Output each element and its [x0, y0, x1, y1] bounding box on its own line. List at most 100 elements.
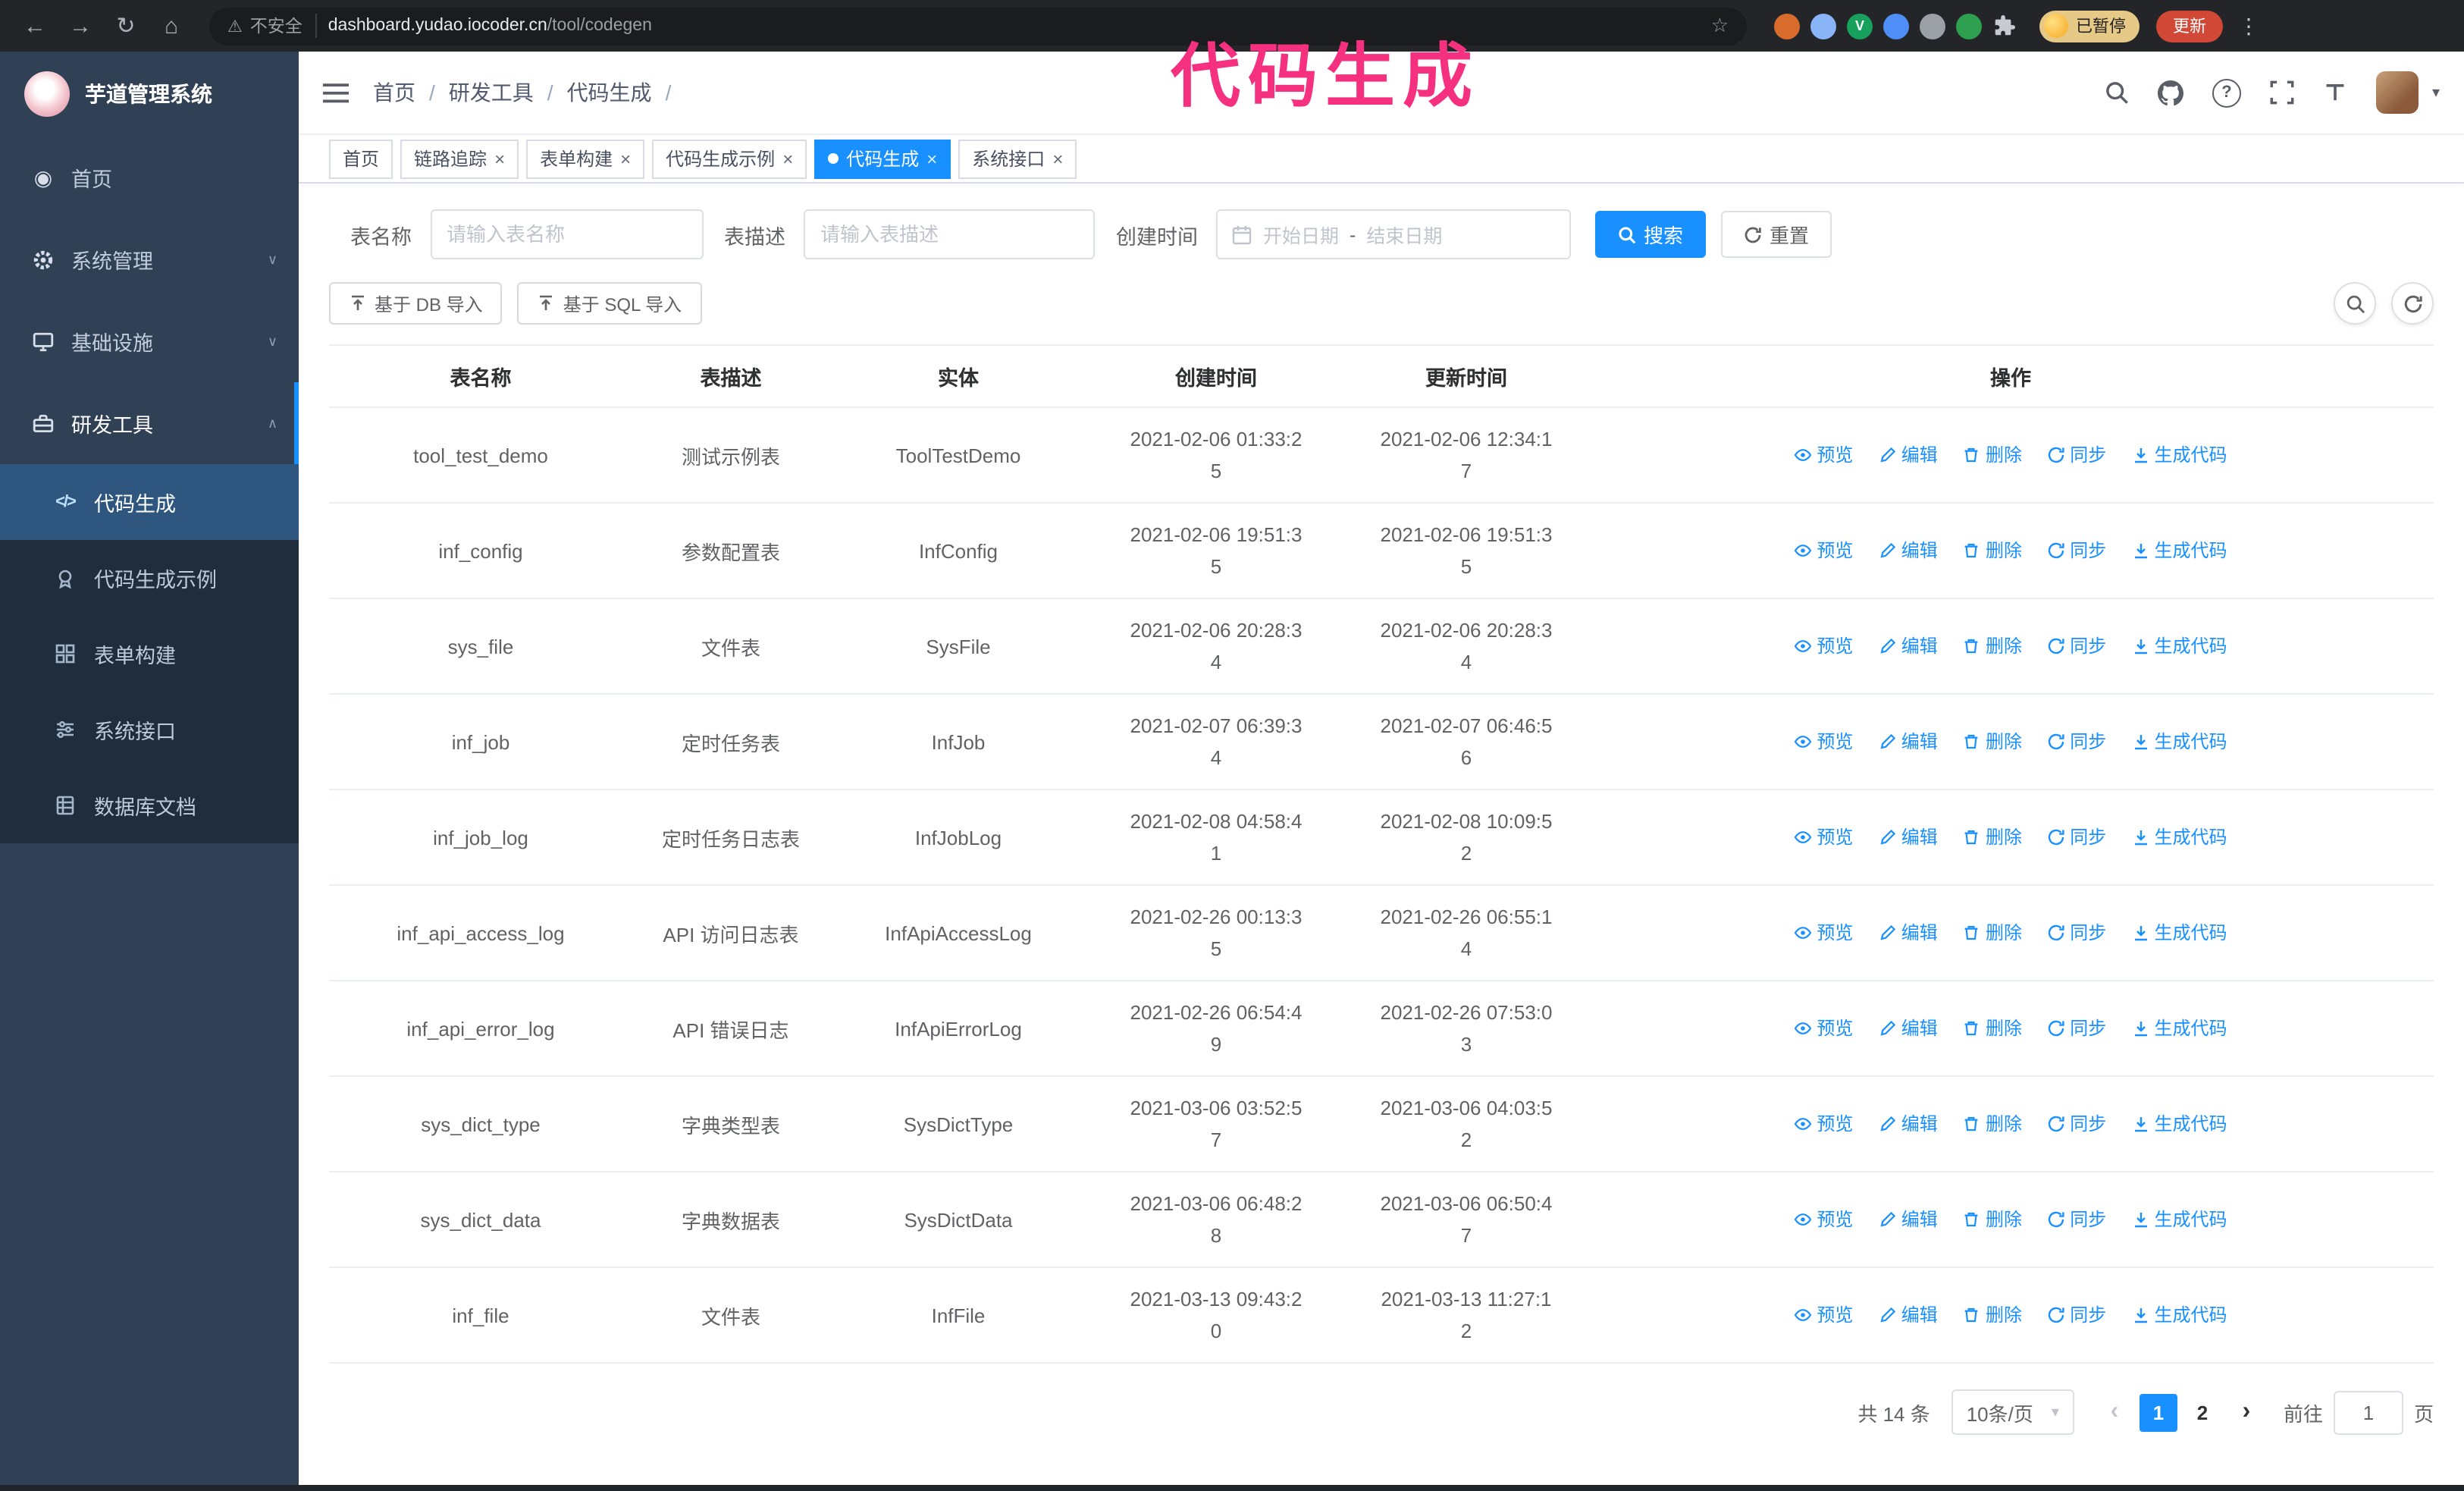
preview-link[interactable]: 预览 — [1794, 1015, 1853, 1041]
generate-code-link[interactable]: 生成代码 — [2132, 729, 2227, 755]
page-number-button[interactable]: 2 — [2183, 1393, 2221, 1431]
search-toggle-button[interactable] — [2334, 282, 2376, 325]
sync-link[interactable]: 同步 — [2047, 920, 2106, 946]
tab-close-icon[interactable]: × — [620, 149, 631, 168]
delete-link[interactable]: 删除 — [1963, 1302, 2022, 1328]
preview-link[interactable]: 预览 — [1794, 729, 1853, 755]
tab-close-icon[interactable]: × — [926, 149, 937, 168]
edit-link[interactable]: 编辑 — [1879, 824, 1938, 850]
delete-link[interactable]: 删除 — [1963, 1015, 2022, 1041]
profile-paused-badge[interactable]: 已暂停 — [2039, 10, 2140, 42]
delete-link[interactable]: 删除 — [1963, 442, 2022, 468]
sidebar-item-dev-tools[interactable]: 研发工具 ∧ — [0, 382, 299, 464]
tab-item[interactable]: 代码生成 × — [814, 139, 951, 178]
delete-link[interactable]: 删除 — [1963, 920, 2022, 946]
breadcrumb-item[interactable]: 首页 — [373, 77, 449, 108]
sidebar-item-db-doc[interactable]: 数据库文档 — [0, 767, 299, 843]
delete-link[interactable]: 删除 — [1963, 729, 2022, 755]
edit-link[interactable]: 编辑 — [1879, 1302, 1938, 1328]
import-sql-button[interactable]: 基于 SQL 导入 — [517, 282, 702, 325]
generate-code-link[interactable]: 生成代码 — [2132, 1207, 2227, 1232]
page-number-button[interactable]: 1 — [2139, 1393, 2177, 1431]
sidebar-item-infrastructure[interactable]: 基础设施 ∨ — [0, 300, 299, 382]
sidebar-item-home[interactable]: ◉ 首页 — [0, 137, 299, 218]
table-desc-input[interactable] — [804, 209, 1095, 259]
generate-code-link[interactable]: 生成代码 — [2132, 920, 2227, 946]
edit-link[interactable]: 编辑 — [1879, 729, 1938, 755]
browser-extension-icon[interactable] — [1956, 13, 1982, 39]
sidebar-item-form-builder[interactable]: 表单构建 — [0, 616, 299, 692]
preview-link[interactable]: 预览 — [1794, 442, 1853, 468]
edit-link[interactable]: 编辑 — [1879, 1111, 1938, 1137]
edit-link[interactable]: 编辑 — [1879, 1015, 1938, 1041]
tab-item[interactable]: 代码生成示例 × — [652, 139, 807, 178]
edit-link[interactable]: 编辑 — [1879, 1207, 1938, 1232]
reset-button[interactable]: 重置 — [1721, 211, 1832, 258]
prev-page-button[interactable]: ‹ — [2096, 1393, 2133, 1431]
bookmark-star-icon[interactable]: ☆ — [1711, 14, 1729, 38]
delete-link[interactable]: 删除 — [1963, 824, 2022, 850]
browser-reload-icon[interactable]: ↻ — [106, 6, 146, 46]
user-avatar[interactable] — [2375, 71, 2419, 114]
chevron-down-icon[interactable]: ▾ — [2432, 84, 2440, 101]
edit-link[interactable]: 编辑 — [1879, 442, 1938, 468]
browser-extension-icon[interactable] — [1883, 13, 1909, 39]
delete-link[interactable]: 删除 — [1963, 538, 2022, 563]
preview-link[interactable]: 预览 — [1794, 538, 1853, 563]
date-range-picker[interactable]: 开始日期 - 结束日期 — [1216, 209, 1571, 259]
sidebar-item-codegen[interactable]: </> 代码生成 — [0, 464, 299, 540]
preview-link[interactable]: 预览 — [1794, 633, 1853, 659]
extensions-puzzle-icon[interactable] — [1992, 14, 2015, 37]
browser-update-button[interactable]: 更新 — [2156, 10, 2223, 42]
generate-code-link[interactable]: 生成代码 — [2132, 824, 2227, 850]
sync-link[interactable]: 同步 — [2047, 1015, 2106, 1041]
browser-extension-icon[interactable] — [1920, 13, 1945, 39]
sync-link[interactable]: 同步 — [2047, 1302, 2106, 1328]
preview-link[interactable]: 预览 — [1794, 1111, 1853, 1137]
tab-close-icon[interactable]: × — [782, 149, 793, 168]
browser-forward-icon[interactable]: → — [61, 6, 100, 46]
sidebar-item-system-api[interactable]: 系统接口 — [0, 692, 299, 767]
preview-link[interactable]: 预览 — [1794, 920, 1853, 946]
tab-close-icon[interactable]: × — [494, 149, 505, 168]
sync-link[interactable]: 同步 — [2047, 729, 2106, 755]
sync-link[interactable]: 同步 — [2047, 1207, 2106, 1232]
search-icon[interactable] — [2105, 80, 2129, 105]
tab-item[interactable]: 链路追踪 × — [400, 139, 519, 178]
delete-link[interactable]: 删除 — [1963, 1111, 2022, 1137]
table-name-input[interactable] — [430, 209, 703, 259]
github-icon[interactable] — [2157, 80, 2183, 105]
generate-code-link[interactable]: 生成代码 — [2132, 538, 2227, 563]
sync-link[interactable]: 同步 — [2047, 1111, 2106, 1137]
refresh-button[interactable] — [2391, 282, 2434, 325]
generate-code-link[interactable]: 生成代码 — [2132, 1111, 2227, 1137]
sidebar-item-codegen-example[interactable]: 代码生成示例 — [0, 540, 299, 616]
browser-extension-icon[interactable] — [1774, 13, 1800, 39]
search-button[interactable]: 搜索 — [1595, 211, 1707, 258]
next-page-button[interactable]: › — [2227, 1393, 2265, 1431]
edit-link[interactable]: 编辑 — [1879, 538, 1938, 563]
generate-code-link[interactable]: 生成代码 — [2132, 1015, 2227, 1041]
help-icon[interactable]: ? — [2212, 78, 2241, 107]
browser-back-icon[interactable]: ← — [15, 6, 55, 46]
edit-link[interactable]: 编辑 — [1879, 633, 1938, 659]
breadcrumb-item[interactable]: 代码生成 — [567, 77, 685, 108]
tab-item[interactable]: 首页 × — [329, 139, 393, 178]
preview-link[interactable]: 预览 — [1794, 1302, 1853, 1328]
sync-link[interactable]: 同步 — [2047, 442, 2106, 468]
sidebar-item-system[interactable]: 系统管理 ∨ — [0, 218, 299, 300]
delete-link[interactable]: 删除 — [1963, 633, 2022, 659]
sync-link[interactable]: 同步 — [2047, 538, 2106, 563]
browser-extension-icon[interactable]: V — [1847, 13, 1873, 39]
tab-item[interactable]: 表单构建 × — [526, 139, 645, 178]
tab-close-icon[interactable]: × — [1052, 149, 1063, 168]
delete-link[interactable]: 删除 — [1963, 1207, 2022, 1232]
browser-menu-icon[interactable]: ⋮ — [2238, 13, 2259, 39]
import-db-button[interactable]: 基于 DB 导入 — [329, 282, 503, 325]
generate-code-link[interactable]: 生成代码 — [2132, 442, 2227, 468]
page-size-select[interactable]: 10条/页 ▾ — [1951, 1389, 2074, 1435]
preview-link[interactable]: 预览 — [1794, 1207, 1853, 1232]
sync-link[interactable]: 同步 — [2047, 633, 2106, 659]
font-size-icon[interactable] — [2323, 80, 2347, 105]
fullscreen-icon[interactable] — [2270, 80, 2294, 105]
